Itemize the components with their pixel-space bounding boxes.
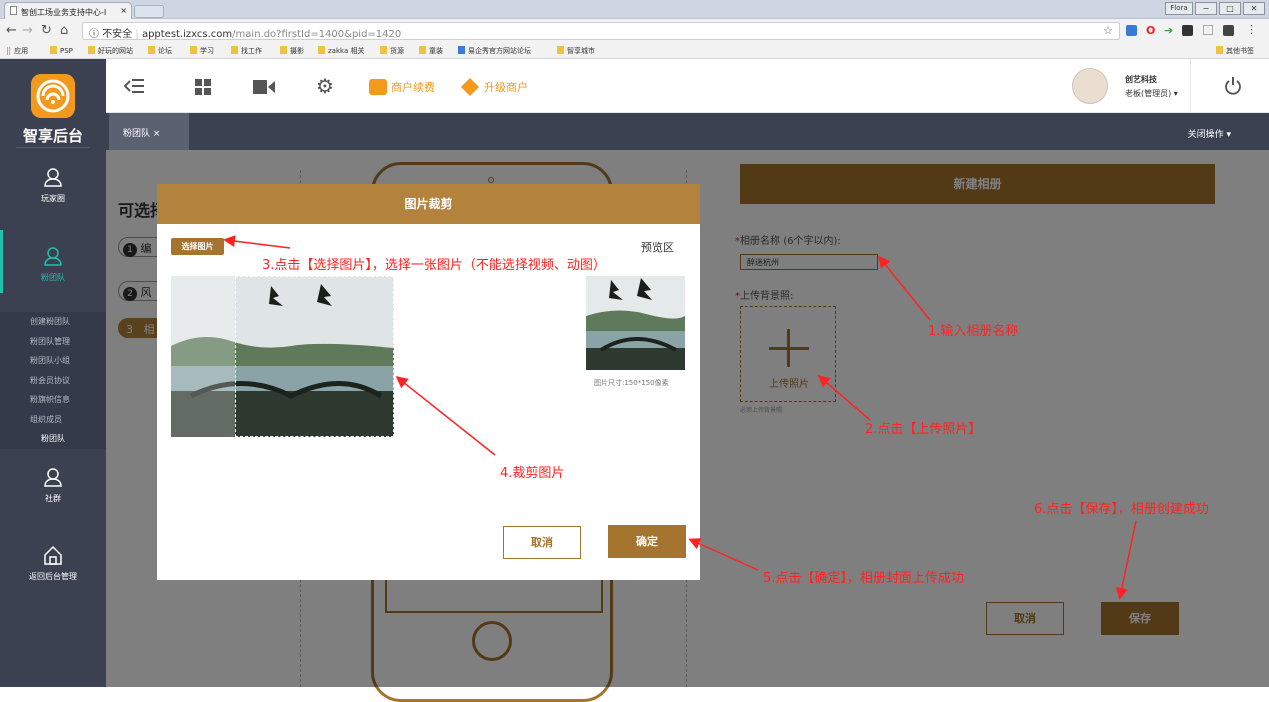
annotation-step-2: 2.点击【上传照片】: [865, 422, 982, 437]
annotation-arrows: [223, 235, 1137, 600]
annotation-step-3: 3.点击【选择图片】，选择一张图片（不能选择视频、动图）: [262, 258, 606, 273]
annotation-arrow: [1115, 520, 1137, 600]
annotation-arrow: [395, 376, 496, 456]
annotation-arrow: [688, 538, 759, 571]
annotation-step-6: 6.点击【保存】，相册创建成功: [1034, 502, 1209, 517]
annotation-step-4: 4.裁剪图片: [500, 466, 565, 481]
annotation-arrow: [878, 255, 931, 321]
annotation-arrow: [223, 235, 291, 249]
annotation-arrow: [817, 375, 871, 421]
annotation-step-5: 5.点击【确定】，相册封面上传成功: [763, 571, 964, 586]
annotation-step-1: 1.输入相册名称: [928, 324, 1019, 339]
